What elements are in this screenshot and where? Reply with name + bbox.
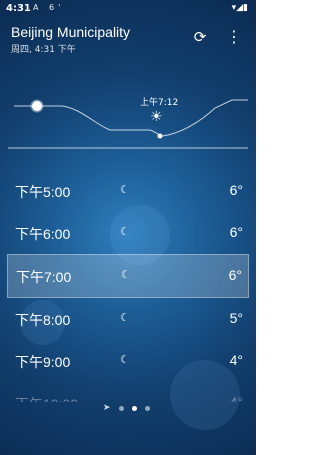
sunrise-time: 上午7:12 [140, 98, 179, 108]
hour-temp: 4° [229, 394, 243, 402]
hour-time: 下午9:00 [15, 354, 71, 370]
hourly-row[interactable]: 下午9:00 ☾ 4° [7, 340, 249, 382]
hourly-forecast-list: 下午5:00 ☾ 6° 下午6:00 ☾ 6° 下午7:00 ☾ 6° 下午8:… [0, 170, 256, 402]
hour-temp: 5° [229, 310, 243, 326]
hour-temp: 4° [229, 352, 243, 368]
hourly-row[interactable]: 下午10:00 4° [7, 382, 249, 402]
moon-icon: ☾ [120, 183, 130, 196]
hour-temp: 6° [228, 267, 242, 283]
app-bar: Beijing Municipality 周四, 4:31 下午 ⟳ ⋮ [0, 18, 256, 58]
moon-icon: ☾ [120, 225, 130, 238]
page-dot[interactable] [118, 405, 124, 411]
last-updated: 周四, 4:31 下午 [11, 45, 76, 55]
page-dot[interactable] [145, 405, 151, 411]
hour-temp: 6° [229, 224, 243, 240]
sunrise-marker [157, 133, 163, 139]
hourly-row[interactable]: 下午8:00 ☾ 5° [7, 298, 249, 340]
city-name[interactable]: Beijing Municipality [11, 24, 130, 40]
system-icons: ▾◢▮ [231, 3, 248, 13]
status-bar: 4:31 A 6' ▾◢▮ [0, 0, 256, 18]
moon-icon: ☾ [120, 311, 130, 324]
hour-temp: 6° [229, 182, 243, 198]
notification-icons: A 6' [33, 3, 65, 12]
sun-path-graph [8, 99, 248, 149]
hour-time: 下午5:00 [15, 184, 71, 200]
moon-icon: ☾ [121, 268, 131, 281]
hourly-row[interactable]: 下午6:00 ☾ 6° [7, 212, 249, 254]
hourly-row[interactable]: 下午5:00 ☾ 6° [7, 170, 249, 212]
hourly-row-selected[interactable]: 下午7:00 ☾ 6° [7, 254, 249, 298]
overflow-menu-icon[interactable]: ⋮ [225, 28, 243, 46]
page-dot-active[interactable] [131, 405, 137, 411]
current-position-marker [30, 99, 44, 113]
location-arrow-icon[interactable]: ➤ [103, 403, 111, 413]
hour-time: 下午8:00 [15, 312, 71, 328]
page-indicator: ➤ [0, 403, 256, 413]
sun-icon: ☀ [150, 109, 163, 125]
hour-time: 下午10:00 [15, 394, 78, 402]
sun-path-curve [14, 99, 248, 137]
hour-time: 下午6:00 [15, 226, 71, 242]
hour-time: 下午7:00 [16, 269, 72, 285]
weather-screen: 4:31 A 6' ▾◢▮ Beijing Municipality 周四, 4… [0, 0, 256, 455]
moon-icon: ☾ [120, 353, 130, 366]
refresh-icon[interactable]: ⟳ [191, 28, 209, 46]
status-time: 4:31 [6, 3, 31, 14]
